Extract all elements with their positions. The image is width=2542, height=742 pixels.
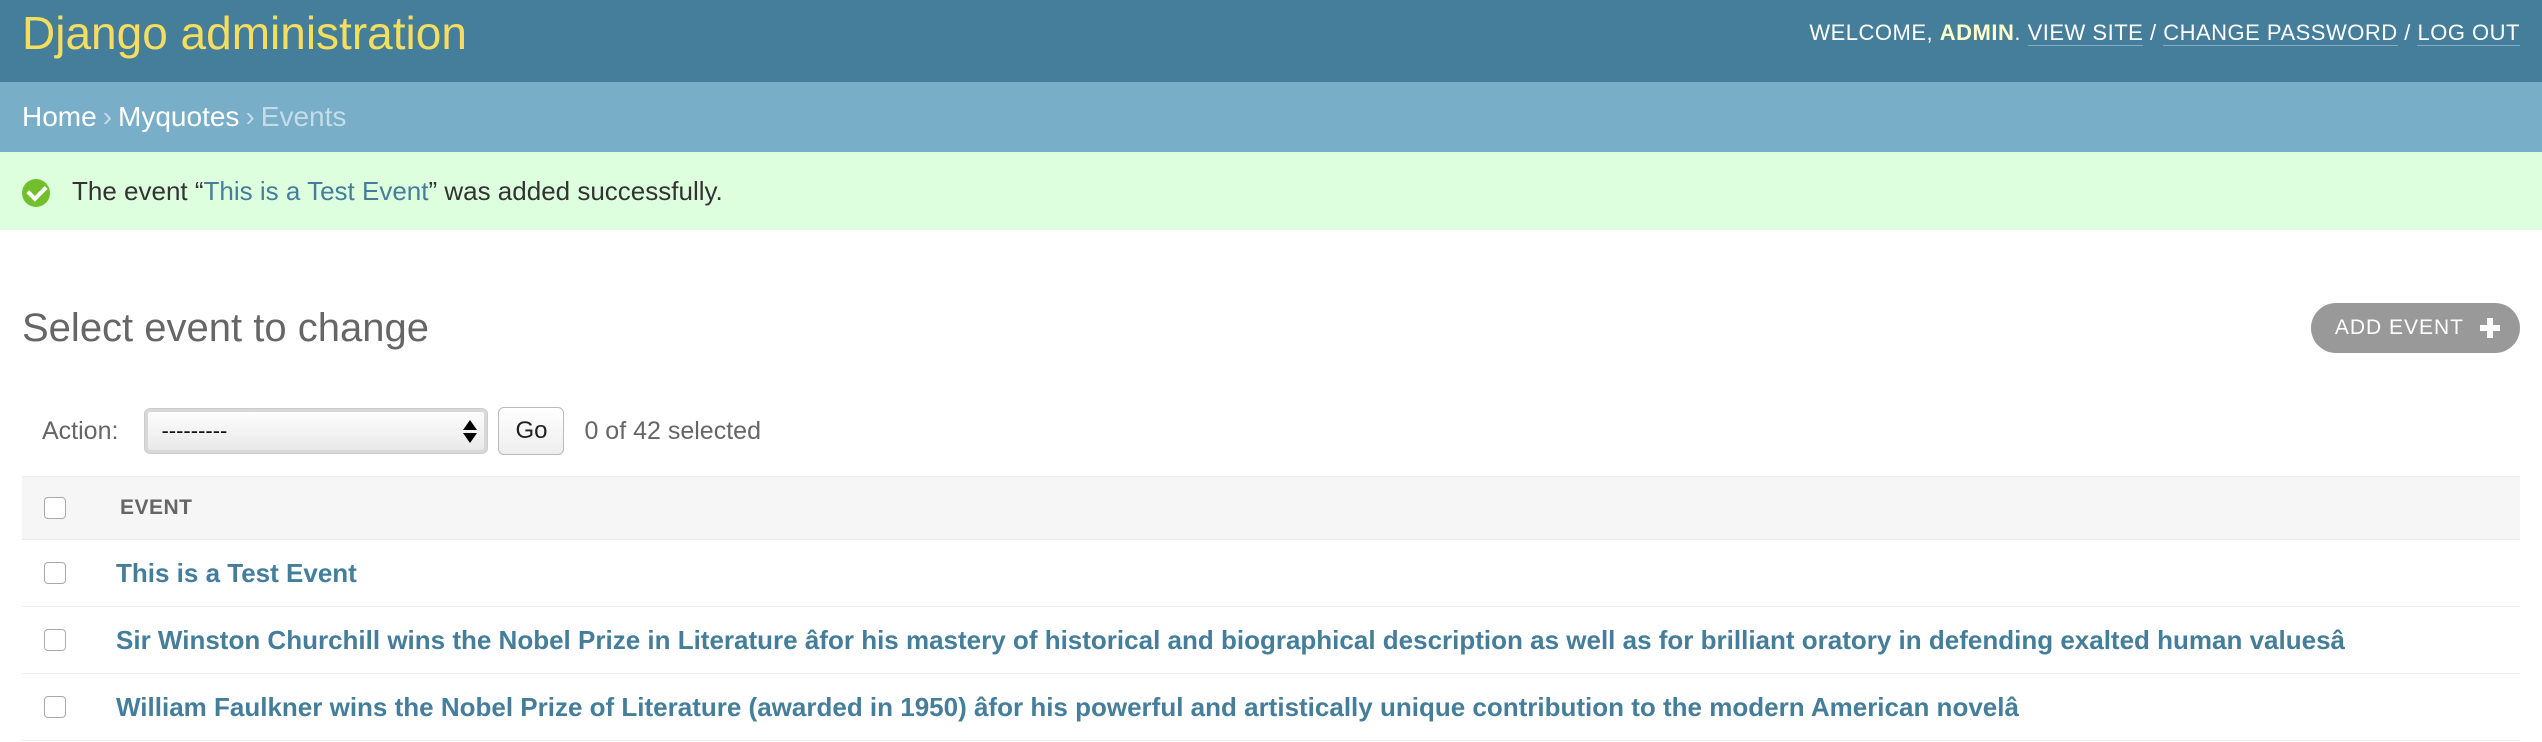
breadcrumb: Home › Myquotes › Events xyxy=(0,82,2542,152)
select-arrows-icon xyxy=(463,419,478,443)
actions-bar: Action: --------- Go 0 of 42 selected xyxy=(22,400,2520,462)
change-password-link[interactable]: Change password xyxy=(2163,20,2398,46)
breadcrumb-app[interactable]: Myquotes xyxy=(118,101,239,133)
go-button[interactable]: Go xyxy=(498,407,565,455)
breadcrumb-separator: › xyxy=(102,101,113,132)
message-prefix: The event “ xyxy=(72,175,204,206)
select-all-checkbox[interactable] xyxy=(44,497,66,519)
event-link[interactable]: William Faulkner wins the Nobel Prize of… xyxy=(116,692,2019,723)
header: Django administration Welcome, admin. Vi… xyxy=(0,0,2542,82)
table-header-row: Event xyxy=(22,476,2520,540)
page-title: Select event to change xyxy=(22,305,429,350)
log-out-link[interactable]: Log out xyxy=(2417,20,2520,46)
success-check-icon xyxy=(22,179,50,207)
results-table: Event This is a Test Event Sir Winston C… xyxy=(22,476,2520,741)
view-site-link[interactable]: View site xyxy=(2027,20,2144,46)
message-event-link[interactable]: This is a Test Event xyxy=(204,176,429,207)
site-branding[interactable]: Django administration xyxy=(22,6,467,60)
row-checkbox[interactable] xyxy=(44,696,66,718)
table-row: This is a Test Event xyxy=(22,540,2520,607)
event-link[interactable]: This is a Test Event xyxy=(116,558,357,589)
action-label: Action: xyxy=(42,416,119,445)
add-event-button[interactable]: Add event xyxy=(2310,303,2520,353)
add-event-label: Add event xyxy=(2334,316,2464,339)
selection-counter: 0 of 42 selected xyxy=(584,416,761,445)
user-tools: Welcome, admin. View site / Change passw… xyxy=(1809,20,2520,46)
column-header-label: Event xyxy=(120,496,193,519)
breadcrumb-separator: › xyxy=(245,101,255,132)
welcome-text: Welcome, xyxy=(1809,20,1934,45)
row-checkbox[interactable] xyxy=(44,629,66,651)
action-select[interactable]: --------- xyxy=(144,408,489,454)
event-link[interactable]: Sir Winston Churchill wins the Nobel Pri… xyxy=(116,625,2345,656)
table-row: Sir Winston Churchill wins the Nobel Pri… xyxy=(22,607,2520,674)
breadcrumb-current: Events xyxy=(260,101,347,132)
breadcrumb-home[interactable]: Home xyxy=(22,101,97,133)
action-select-value: --------- xyxy=(161,418,228,443)
content-header: Select event to change Add event xyxy=(22,230,2520,400)
success-message: The event “This is a Test Event” was add… xyxy=(0,152,2542,230)
plus-icon xyxy=(2480,318,2500,338)
message-suffix: ” was added successfully. xyxy=(428,175,723,206)
row-checkbox[interactable] xyxy=(44,562,66,584)
column-header-event[interactable]: Event xyxy=(120,496,193,520)
main-content: Select event to change Add event Action:… xyxy=(0,230,2542,741)
table-row: William Faulkner wins the Nobel Prize of… xyxy=(22,674,2520,741)
username: admin xyxy=(1939,20,2015,45)
